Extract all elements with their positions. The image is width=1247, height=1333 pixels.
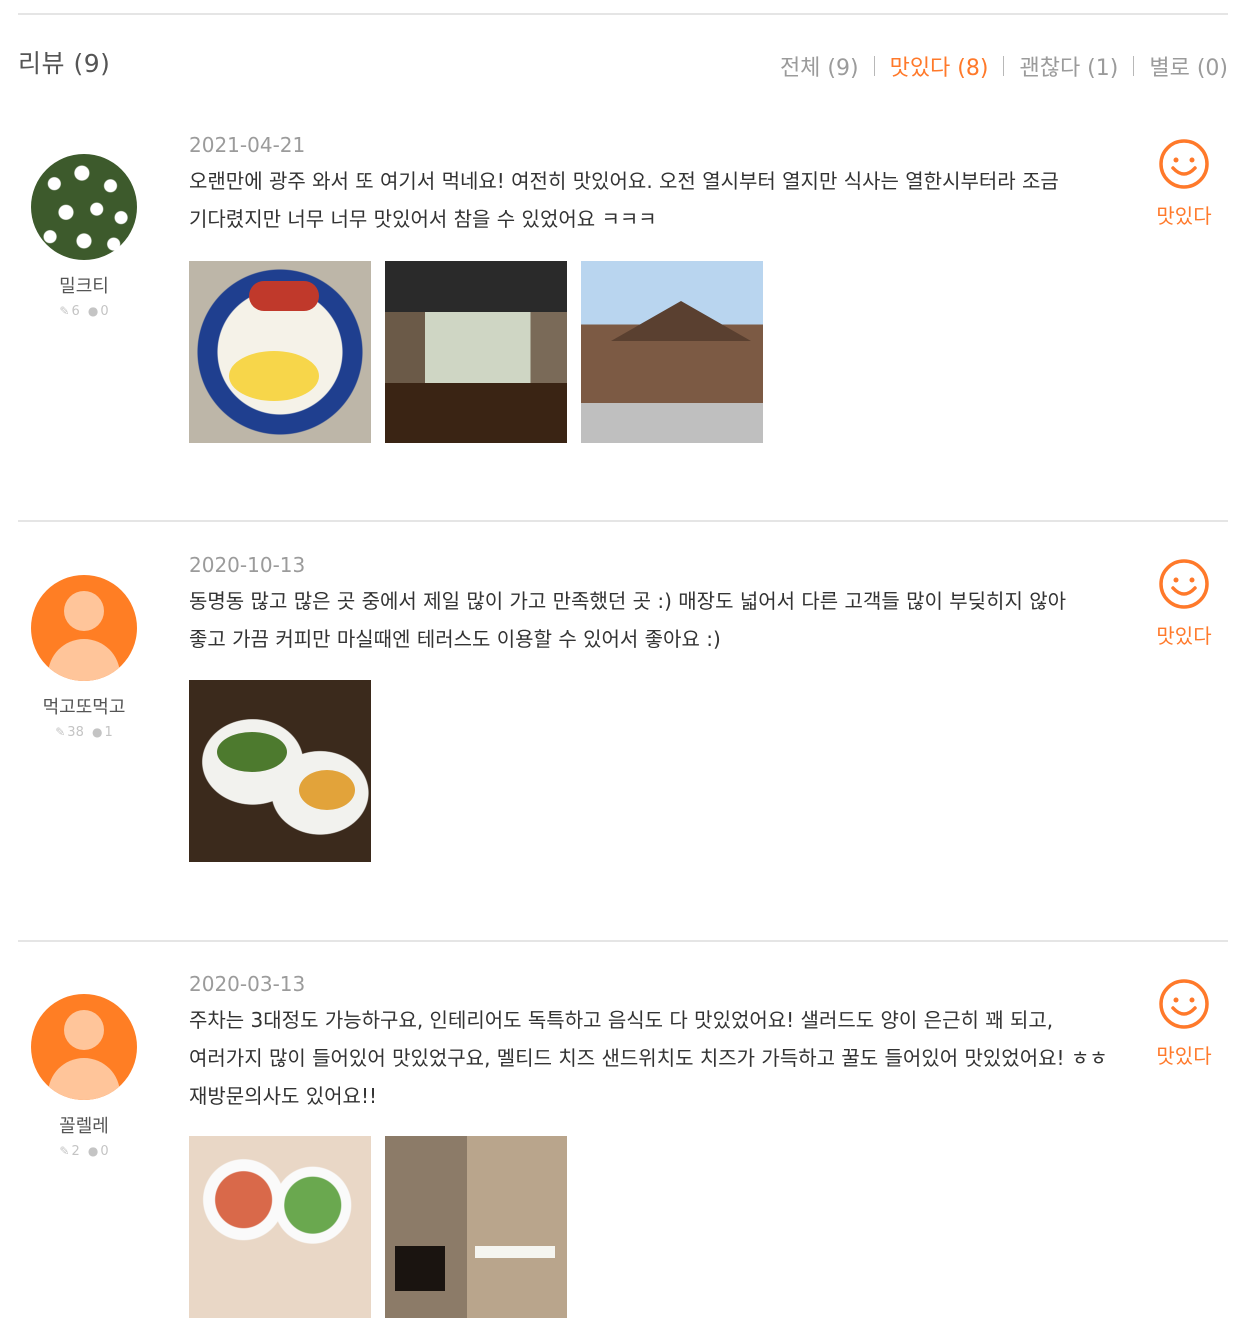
top-divider bbox=[18, 13, 1228, 15]
reviewer-stats: ✎ 2 ● 0 bbox=[18, 1144, 150, 1159]
review-rating: 맛있다 bbox=[1146, 558, 1222, 649]
review-content: 2020-10-13 동명동 많고 많은 곳 중에서 제일 많이 가고 만족했던… bbox=[189, 554, 1109, 658]
review-filter-tabs: 전체 (9) 맛있다 (8) 괜찮다 (1) 별로 (0) bbox=[780, 50, 1228, 82]
reviewer-stats: ✎ 6 ● 0 bbox=[18, 304, 150, 319]
table-dishes-photo[interactable] bbox=[189, 1136, 371, 1318]
smile-icon bbox=[1159, 559, 1209, 609]
filter-divider bbox=[873, 56, 875, 76]
filter-divider bbox=[1003, 56, 1005, 76]
reviewer-name[interactable]: 먹고또먹고 bbox=[18, 693, 150, 719]
review-count: 2 bbox=[71, 1144, 80, 1159]
avatar[interactable] bbox=[31, 575, 137, 681]
smile-icon bbox=[1159, 979, 1209, 1029]
review-text: 주차는 3대정도 가능하구요, 인테리어도 독특하고 음식도 다 맛있었어요! … bbox=[189, 1008, 1108, 1108]
salad-pasta-photo[interactable] bbox=[189, 680, 371, 862]
building-exterior-photo[interactable] bbox=[581, 261, 763, 443]
review-photos bbox=[189, 261, 777, 443]
review-date: 2020-10-13 bbox=[189, 553, 306, 577]
review-date: 2021-04-21 bbox=[189, 133, 306, 157]
review-count: 6 bbox=[71, 304, 80, 319]
filter-tab-delicious[interactable]: 맛있다 (8) bbox=[890, 50, 989, 82]
pencil-icon: ✎ bbox=[59, 304, 70, 318]
reviewer-profile[interactable]: 밀크티 ✎ 6 ● 0 bbox=[18, 154, 150, 319]
follower-count: 0 bbox=[100, 1144, 109, 1159]
review-text: 오랜만에 광주 와서 또 여기서 먹네요! 여전히 맛있어요. 오전 열시부터 … bbox=[189, 169, 1059, 231]
user-icon: ● bbox=[87, 1144, 99, 1158]
rating-label: 맛있다 bbox=[1156, 1044, 1212, 1068]
review-item: 꼴렐레 ✎ 2 ● 0 2020-03-13 주차는 3대정도 가능하구요, 인테리… bbox=[18, 940, 1228, 1333]
filter-divider bbox=[1133, 56, 1135, 76]
follower-count: 1 bbox=[104, 725, 113, 740]
review-divider bbox=[18, 940, 1228, 942]
review-text: 동명동 많고 많은 곳 중에서 제일 많이 가고 만족했던 곳 :) 매장도 넓… bbox=[189, 589, 1067, 651]
food-plate-photo[interactable] bbox=[189, 261, 371, 443]
review-content: 2021-04-21 오랜만에 광주 와서 또 여기서 먹네요! 여전히 맛있어… bbox=[189, 134, 1109, 238]
review-rating: 맛있다 bbox=[1146, 978, 1222, 1069]
review-content: 2020-03-13 주차는 3대정도 가능하구요, 인테리어도 독특하고 음식… bbox=[189, 973, 1109, 1115]
review-count: 38 bbox=[67, 725, 84, 740]
rating-label: 맛있다 bbox=[1156, 624, 1212, 648]
review-section-header: 리뷰 (9) 전체 (9) 맛있다 (8) 괜찮다 (1) 별로 (0) bbox=[18, 44, 1228, 84]
filter-tab-bad[interactable]: 별로 (0) bbox=[1149, 50, 1228, 82]
reviewer-name[interactable]: 꼴렐레 bbox=[18, 1112, 150, 1138]
pencil-icon: ✎ bbox=[59, 1144, 70, 1158]
review-photos bbox=[189, 1136, 581, 1318]
filter-tab-okay[interactable]: 괜찮다 (1) bbox=[1019, 50, 1118, 82]
review-section-title: 리뷰 (9) bbox=[18, 49, 111, 78]
smile-icon bbox=[1159, 139, 1209, 189]
user-icon: ● bbox=[91, 725, 103, 739]
avatar[interactable] bbox=[31, 994, 137, 1100]
reviewer-name[interactable]: 밀크티 bbox=[18, 272, 150, 298]
review-date: 2020-03-13 bbox=[189, 972, 306, 996]
user-icon: ● bbox=[87, 304, 99, 318]
cafe-interior-photo[interactable] bbox=[385, 261, 567, 443]
avatar[interactable] bbox=[31, 154, 137, 260]
stone-interior-photo[interactable] bbox=[385, 1136, 567, 1318]
follower-count: 0 bbox=[100, 304, 109, 319]
rating-label: 맛있다 bbox=[1156, 204, 1212, 228]
pencil-icon: ✎ bbox=[55, 725, 66, 739]
reviewer-stats: ✎ 38 ● 1 bbox=[18, 725, 150, 740]
review-photos bbox=[189, 680, 385, 862]
review-rating: 맛있다 bbox=[1146, 138, 1222, 229]
review-divider bbox=[18, 520, 1228, 522]
review-item: 밀크티 ✎ 6 ● 0 2021-04-21 오랜만에 광주 와서 또 여기서 먹네… bbox=[18, 120, 1228, 520]
reviewer-profile[interactable]: 먹고또먹고 ✎ 38 ● 1 bbox=[18, 575, 150, 740]
reviewer-profile[interactable]: 꼴렐레 ✎ 2 ● 0 bbox=[18, 994, 150, 1159]
review-item: 먹고또먹고 ✎ 38 ● 1 2020-10-13 동명동 많고 많은 곳 중에서 … bbox=[18, 520, 1228, 940]
filter-tab-all[interactable]: 전체 (9) bbox=[780, 50, 859, 82]
